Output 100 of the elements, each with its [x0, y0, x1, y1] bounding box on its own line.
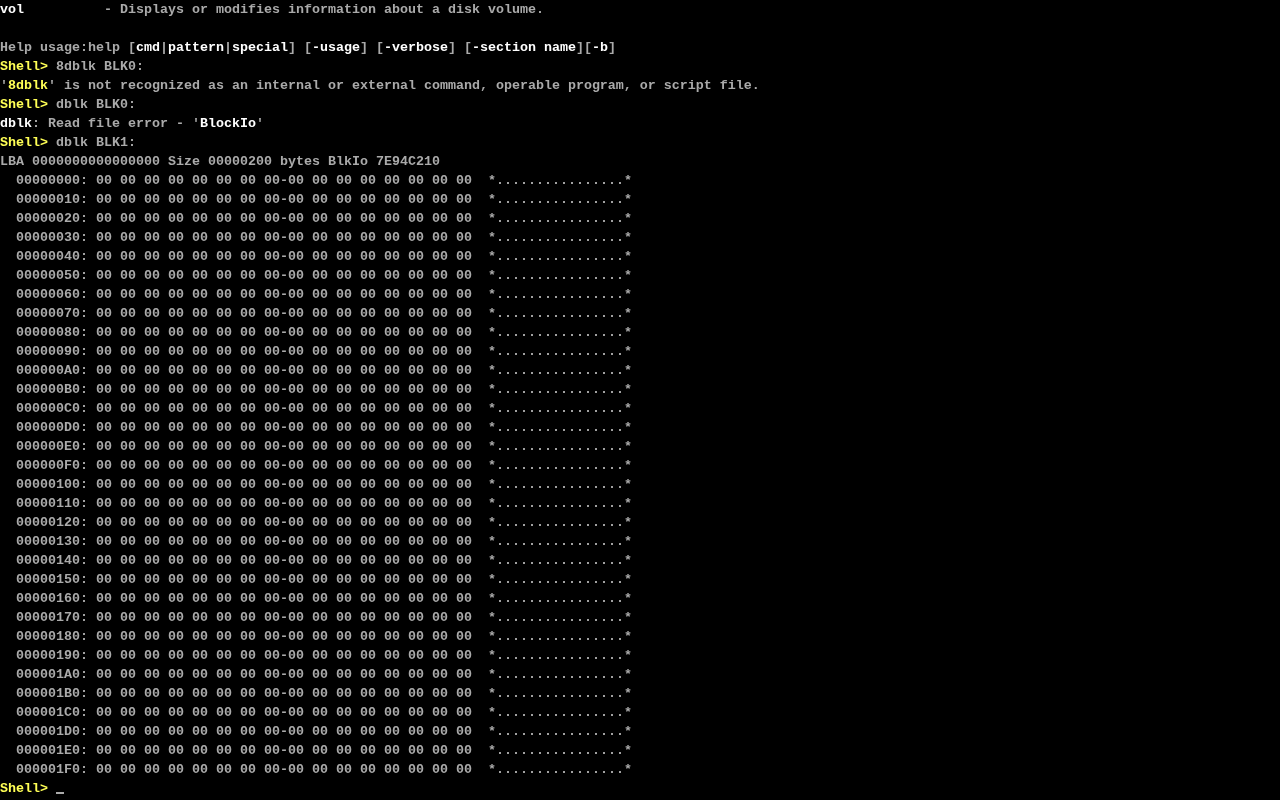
hex-offset: 00000070:	[16, 305, 89, 323]
hex-ascii: *................*	[488, 400, 632, 418]
console-text: BlockIo	[199, 115, 256, 133]
hex-offset: 00000190:	[16, 647, 89, 665]
hex-bytes: 00 00 00 00 00 00 00 00-00 00 00 00 00 00 00 00	[96, 324, 473, 342]
hex-offset: 00000000:	[16, 172, 89, 190]
console-text: dblk BLK0:	[55, 96, 136, 114]
console-text: ] [	[360, 39, 384, 57]
hex-ascii: *................*	[488, 590, 632, 608]
hex-bytes: 00 00 00 00 00 00 00 00-00 00 00 00 00 00 00 00	[96, 476, 473, 494]
hex-ascii: *................*	[488, 438, 632, 456]
hex-ascii: *................*	[488, 761, 632, 779]
hex-bytes: 00 00 00 00 00 00 00 00-00 00 00 00 00 00 00 00	[96, 400, 473, 418]
hex-bytes: 00 00 00 00 00 00 00 00-00 00 00 00 00 00 00 00	[96, 533, 473, 551]
hex-offset: 000000F0:	[16, 457, 89, 475]
hex-ascii: *................*	[488, 476, 632, 494]
hex-ascii: *................*	[488, 248, 632, 266]
console-text: 8dblk BLK0:	[55, 58, 144, 76]
hex-ascii: *................*	[488, 723, 632, 741]
hex-ascii: *................*	[488, 552, 632, 570]
hex-offset: 00000030:	[16, 229, 89, 247]
console-text: vol	[0, 1, 24, 19]
hex-ascii: *................*	[488, 495, 632, 513]
console-text: '	[255, 115, 264, 133]
hex-ascii: *................*	[488, 305, 632, 323]
hex-bytes: 00 00 00 00 00 00 00 00-00 00 00 00 00 00 00 00	[96, 362, 473, 380]
hex-offset: 00000010:	[16, 191, 89, 209]
hex-offset: 000000C0:	[16, 400, 89, 418]
console-text: pattern	[168, 39, 224, 57]
hex-bytes: 00 00 00 00 00 00 00 00-00 00 00 00 00 00 00 00	[96, 248, 473, 266]
console-text: Shell>	[0, 96, 48, 114]
hex-offset: 00000180:	[16, 628, 89, 646]
console-text: special	[232, 39, 288, 57]
console-text: -section name	[472, 39, 576, 57]
hex-bytes: 00 00 00 00 00 00 00 00-00 00 00 00 00 00 00 00	[96, 210, 473, 228]
hex-ascii: *................*	[488, 324, 632, 342]
hex-ascii: *................*	[488, 742, 632, 760]
hex-ascii: *................*	[488, 210, 632, 228]
text-cursor-icon	[56, 792, 64, 794]
hex-bytes: 00 00 00 00 00 00 00 00-00 00 00 00 00 00 00 00	[96, 514, 473, 532]
hex-offset: 000000E0:	[16, 438, 89, 456]
hex-ascii: *................*	[488, 362, 632, 380]
hex-offset: 000001D0:	[16, 723, 89, 741]
hex-offset: 00000130:	[16, 533, 89, 551]
hex-ascii: *................*	[488, 628, 632, 646]
console-text: ][	[575, 39, 592, 57]
hex-ascii: *................*	[488, 343, 632, 361]
hex-ascii: *................*	[488, 514, 632, 532]
hex-bytes: 00 00 00 00 00 00 00 00-00 00 00 00 00 00 00 00	[96, 647, 473, 665]
hex-bytes: 00 00 00 00 00 00 00 00-00 00 00 00 00 00 00 00	[96, 419, 473, 437]
console-text: Shell>	[0, 58, 48, 76]
hex-bytes: 00 00 00 00 00 00 00 00-00 00 00 00 00 00 00 00	[96, 552, 473, 570]
hex-bytes: 00 00 00 00 00 00 00 00-00 00 00 00 00 00 00 00	[96, 172, 473, 190]
console-text: : Read file error - '	[32, 115, 200, 133]
console-text: Shell>	[0, 134, 48, 152]
console-text: ]	[607, 39, 616, 57]
console-text: ] [	[288, 39, 312, 57]
hex-offset: 00000170:	[16, 609, 89, 627]
hex-ascii: *................*	[488, 191, 632, 209]
hex-ascii: *................*	[488, 666, 632, 684]
hex-ascii: *................*	[488, 609, 632, 627]
console-text: - Displays or modifies information about a disk volume.	[102, 1, 544, 19]
hex-bytes: 00 00 00 00 00 00 00 00-00 00 00 00 00 00 00 00	[96, 761, 473, 779]
hex-offset: 00000080:	[16, 324, 89, 342]
hex-ascii: *................*	[488, 267, 632, 285]
hex-bytes: 00 00 00 00 00 00 00 00-00 00 00 00 00 00 00 00	[96, 191, 473, 209]
hex-offset: 000001A0:	[16, 666, 89, 684]
hex-offset: 00000150:	[16, 571, 89, 589]
hex-ascii: *................*	[488, 647, 632, 665]
hex-offset: 00000060:	[16, 286, 89, 304]
hex-ascii: *................*	[488, 419, 632, 437]
hex-offset: 000001B0:	[16, 685, 89, 703]
hex-offset: 000001C0:	[16, 704, 89, 722]
hex-bytes: 00 00 00 00 00 00 00 00-00 00 00 00 00 00 00 00	[96, 609, 473, 627]
hex-bytes: 00 00 00 00 00 00 00 00-00 00 00 00 00 00 00 00	[96, 267, 473, 285]
hex-offset: 000000B0:	[16, 381, 89, 399]
console-text: cmd	[136, 39, 160, 57]
hex-bytes: 00 00 00 00 00 00 00 00-00 00 00 00 00 00 00 00	[96, 723, 473, 741]
hex-offset: 000001E0:	[16, 742, 89, 760]
hex-ascii: *................*	[488, 571, 632, 589]
hex-bytes: 00 00 00 00 00 00 00 00-00 00 00 00 00 00 00 00	[96, 305, 473, 323]
console-text: Help usage:help [	[0, 39, 136, 57]
hex-offset: 00000120:	[16, 514, 89, 532]
hex-ascii: *................*	[488, 286, 632, 304]
hex-ascii: *................*	[488, 172, 632, 190]
hex-bytes: 00 00 00 00 00 00 00 00-00 00 00 00 00 00 00 00	[96, 343, 473, 361]
hex-offset: 00000140:	[16, 552, 89, 570]
hex-bytes: 00 00 00 00 00 00 00 00-00 00 00 00 00 00 00 00	[96, 495, 473, 513]
hex-bytes: 00 00 00 00 00 00 00 00-00 00 00 00 00 00 00 00	[96, 438, 473, 456]
console-text: LBA 0000000000000000 Size 00000200 bytes BlkIo 7E94C210	[0, 153, 440, 171]
hex-offset: 00000160:	[16, 590, 89, 608]
hex-bytes: 00 00 00 00 00 00 00 00-00 00 00 00 00 00 00 00	[96, 381, 473, 399]
hex-bytes: 00 00 00 00 00 00 00 00-00 00 00 00 00 00 00 00	[96, 704, 473, 722]
hex-bytes: 00 00 00 00 00 00 00 00-00 00 00 00 00 00 00 00	[96, 590, 473, 608]
hex-bytes: 00 00 00 00 00 00 00 00-00 00 00 00 00 00 00 00	[96, 457, 473, 475]
hex-ascii: *................*	[488, 381, 632, 399]
hex-offset: 00000050:	[16, 267, 89, 285]
console-text: |	[224, 39, 232, 57]
console-text: dblk BLK1:	[55, 134, 136, 152]
hex-bytes: 00 00 00 00 00 00 00 00-00 00 00 00 00 00 00 00	[96, 742, 473, 760]
